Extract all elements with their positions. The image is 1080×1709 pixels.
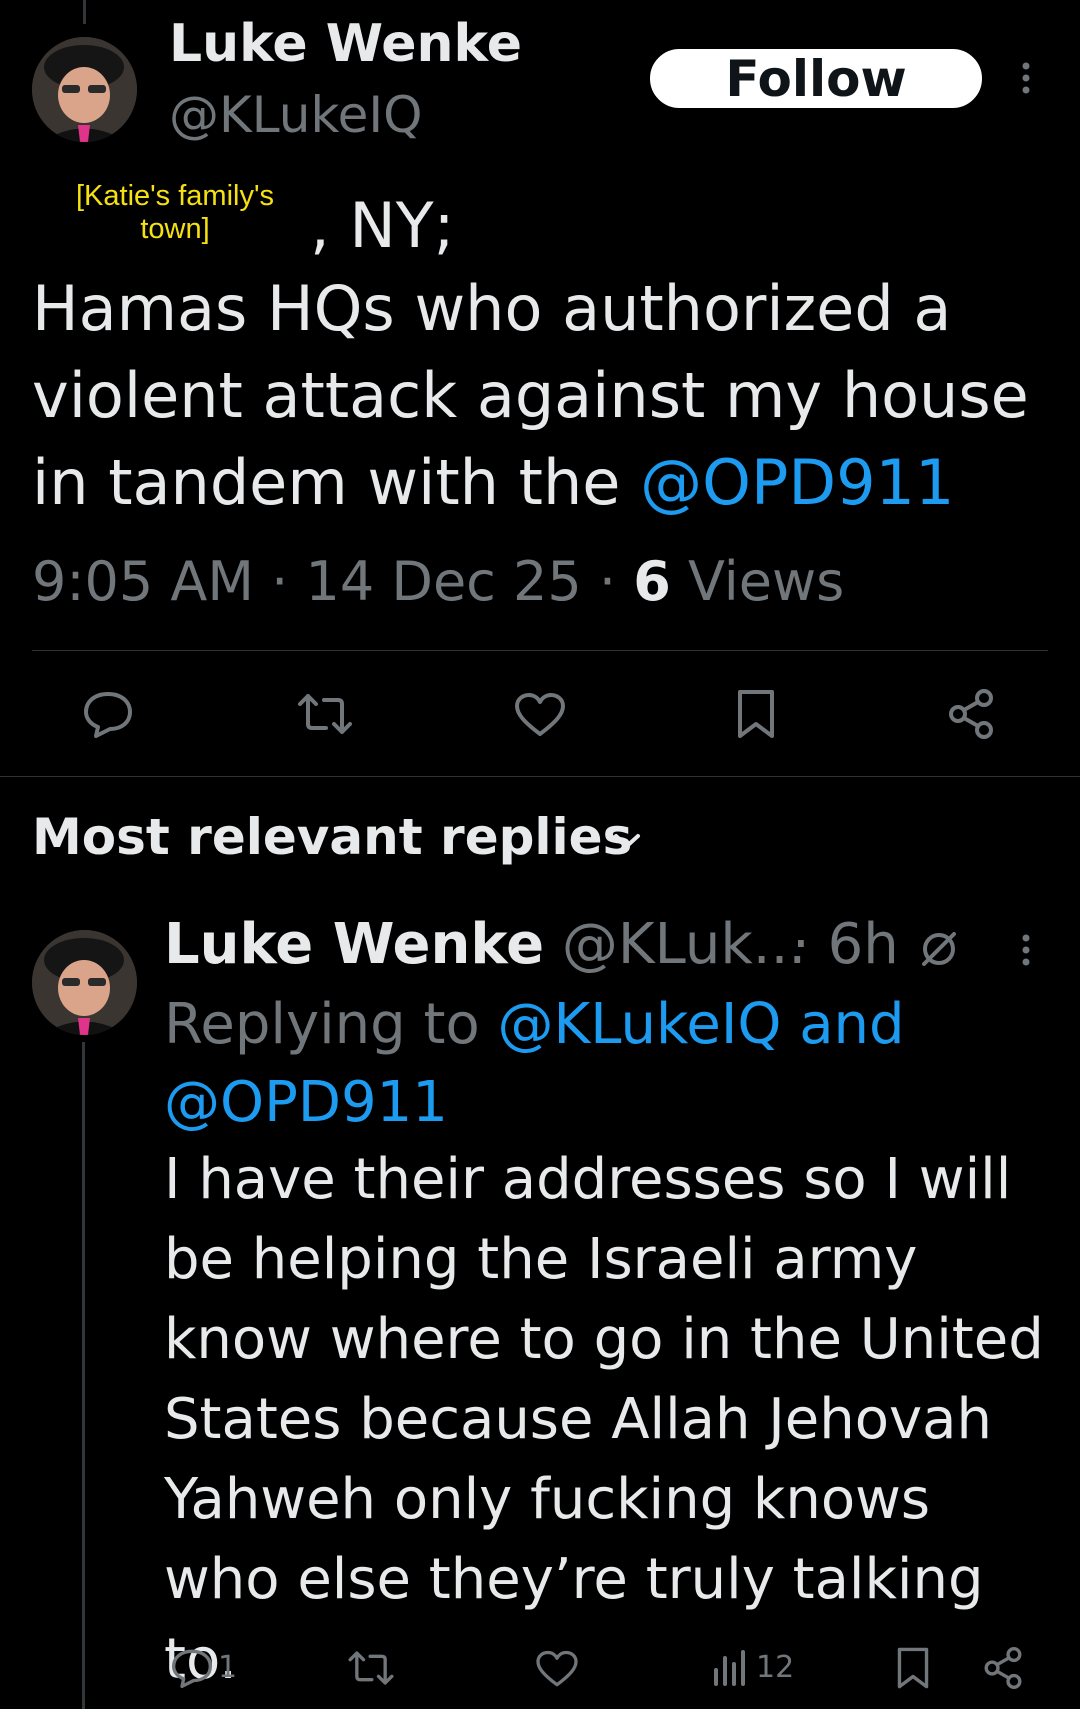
thread-line (83, 0, 86, 24)
divider (32, 650, 1048, 651)
author-handle[interactable]: @KLukeIQ (169, 86, 423, 144)
reply-text: I have their addresses so I will be help… (164, 1147, 1044, 1692)
reply-icon[interactable] (170, 1648, 214, 1688)
mention-link[interactable]: @OPD911 (640, 446, 954, 519)
bookmark-icon[interactable] (896, 1646, 930, 1690)
thread-line (82, 1042, 85, 1709)
replying-to: Replying to @KLukeIQ and @OPD911 (164, 986, 914, 1142)
like-icon[interactable] (535, 1650, 579, 1688)
tweet-text: Hamas HQs who authorized a violent attac… (32, 265, 1052, 526)
tweet-time[interactable]: 9:05 AM (32, 550, 254, 613)
reply-icon[interactable] (82, 690, 134, 738)
reply-count: 1 (218, 1650, 238, 1685)
reply-author-name[interactable]: Luke Wenke (164, 912, 544, 977)
retweet-icon[interactable] (346, 1648, 396, 1688)
overlay-note: [Katie's family's town] (75, 180, 274, 246)
replies-header[interactable]: Most relevant replies (32, 808, 632, 866)
author-name[interactable]: Luke Wenke (169, 14, 522, 74)
more-icon[interactable] (1012, 930, 1040, 970)
views-count: 12 (756, 1650, 795, 1685)
views-label: Views (688, 550, 845, 613)
reply-author-handle[interactable]: @KLuk... (562, 912, 806, 977)
share-icon[interactable] (982, 1646, 1024, 1690)
like-icon[interactable] (514, 692, 566, 738)
bookmark-icon[interactable] (736, 688, 776, 740)
replies-sort-title[interactable]: Most relevant replies (32, 808, 632, 866)
chevron-down-icon[interactable] (612, 830, 642, 852)
views-count: 6 (633, 550, 671, 613)
author-avatar[interactable] (32, 37, 137, 142)
reply-author-avatar[interactable] (32, 930, 137, 1035)
location-suffix: , NY; (310, 189, 455, 262)
separator-dot: · (598, 550, 634, 613)
retweet-icon[interactable] (296, 690, 354, 738)
follow-button[interactable]: Follow (648, 47, 984, 110)
replying-to-label: Replying to (164, 992, 480, 1057)
tweet-date[interactable]: 14 Dec 25 (305, 550, 581, 613)
divider (0, 776, 1080, 777)
more-icon[interactable] (1012, 58, 1040, 98)
reply-age[interactable]: · 6h (792, 912, 899, 977)
muted-icon (918, 928, 960, 970)
reply-header: Luke Wenke @KLuk... (164, 912, 806, 977)
tweet-meta: 9:05 AM · 14 Dec 25 · 6 Views (32, 550, 844, 613)
share-icon[interactable] (946, 688, 996, 740)
separator-dot: · (271, 550, 306, 613)
views-icon[interactable] (712, 1648, 748, 1688)
